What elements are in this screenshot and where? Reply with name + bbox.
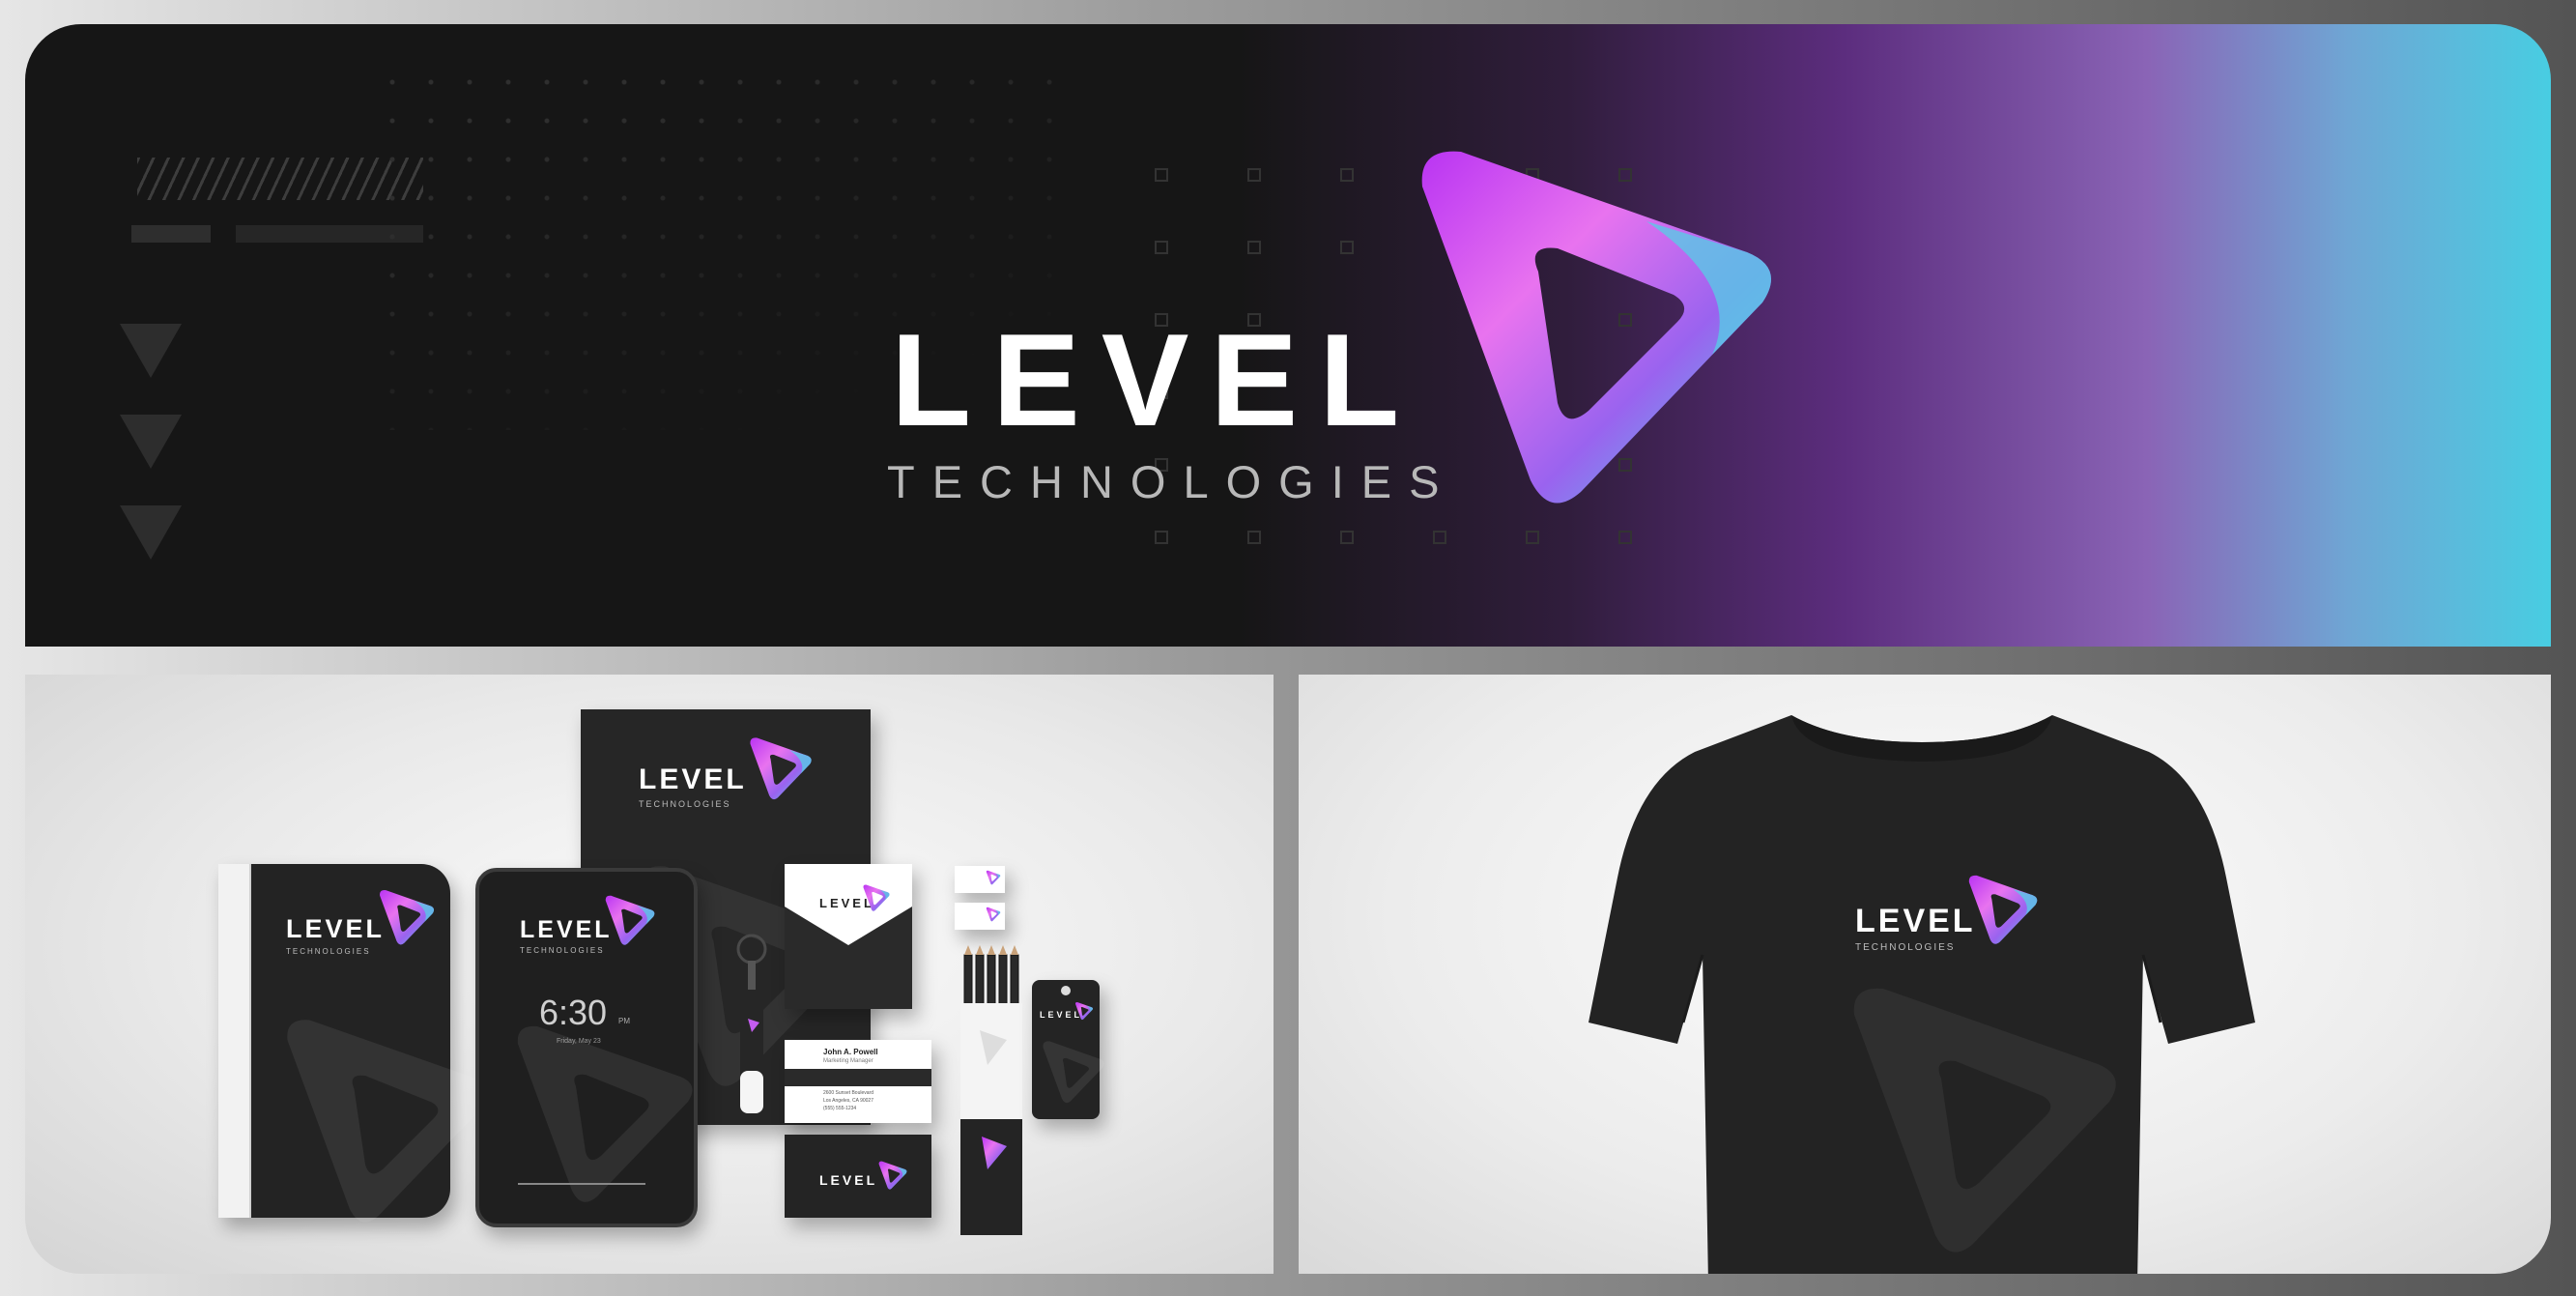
card-address-2: Los Angeles, CA 90027 [823,1098,873,1104]
small-triangle-icons [120,324,182,560]
tshirt-logo-icon [1968,875,2038,944]
card-name: John A. Powell [823,1048,878,1056]
hang-tag: LEVEL [1032,980,1104,1119]
play-triangle-logo-icon [1421,151,1771,504]
envelope: LEVEL [785,864,912,1009]
letterhead-tagline: TECHNOLOGIES [639,799,731,809]
tshirt-mockup: LEVEL TECHNOLOGIES [1299,675,2551,1274]
card-logo-icon [878,1161,907,1190]
brand-tagline: TECHNOLOGIES [887,456,1457,507]
notebook: LEVEL TECHNOLOGIES [218,864,489,1223]
card-title: Marketing Manager [823,1058,873,1064]
tshirt-watermark-icon [1853,988,2116,1253]
tablet-home-bar [518,1183,645,1185]
tablet-logo-icon [605,895,655,945]
card-address-1: 2600 Sunset Boulevard [823,1090,873,1096]
notebook-logo-icon [380,890,435,945]
mini-card-logo-icon [986,907,1001,922]
envelope-logo-icon [863,884,890,911]
card-wordmark: LEVEL [819,1172,878,1188]
notebook-watermark-icon [287,1020,489,1223]
mini-card [955,903,1005,930]
tshirt-wordmark: LEVEL [1855,903,1976,939]
business-card-back: John A. Powell Marketing Manager 2600 Su… [785,1040,931,1123]
tablet-watermark-icon [517,1025,693,1202]
letterhead-wordmark: LEVEL [639,763,747,795]
tag-watermark-icon [1043,1041,1104,1104]
card-phone: (555) 555-1234 [823,1106,857,1111]
keychain [736,934,767,1113]
tablet: LEVEL TECHNOLOGIES 6:30 PM Friday, May 2… [475,868,698,1227]
tshirt-tagline: TECHNOLOGIES [1855,942,1956,953]
notebook-wordmark: LEVEL [286,914,386,943]
card-band [785,1069,931,1086]
notebook-spine [218,864,251,1218]
tablet-tagline: TECHNOLOGIES [520,946,605,955]
business-card-front: LEVEL [785,1135,931,1218]
mini-card-logo-icon [986,870,1001,885]
tag-logo-icon [1074,1001,1094,1021]
letterhead-logo-icon [750,737,812,800]
tag-hole [1061,986,1071,995]
brand-wordmark: LEVEL [891,306,1421,453]
stationery-mockup: LEVEL TECHNOLOGIES LEVEL TECHNOLOGIES LE… [25,675,1274,1274]
tablet-wordmark: LEVEL [520,916,613,943]
decor-bar [131,225,211,243]
pencil-box [960,945,1022,1235]
brand-banner: LEVEL TECHNOLOGIES [25,24,2551,647]
notebook-tagline: TECHNOLOGIES [286,947,371,956]
mini-card [955,866,1005,893]
